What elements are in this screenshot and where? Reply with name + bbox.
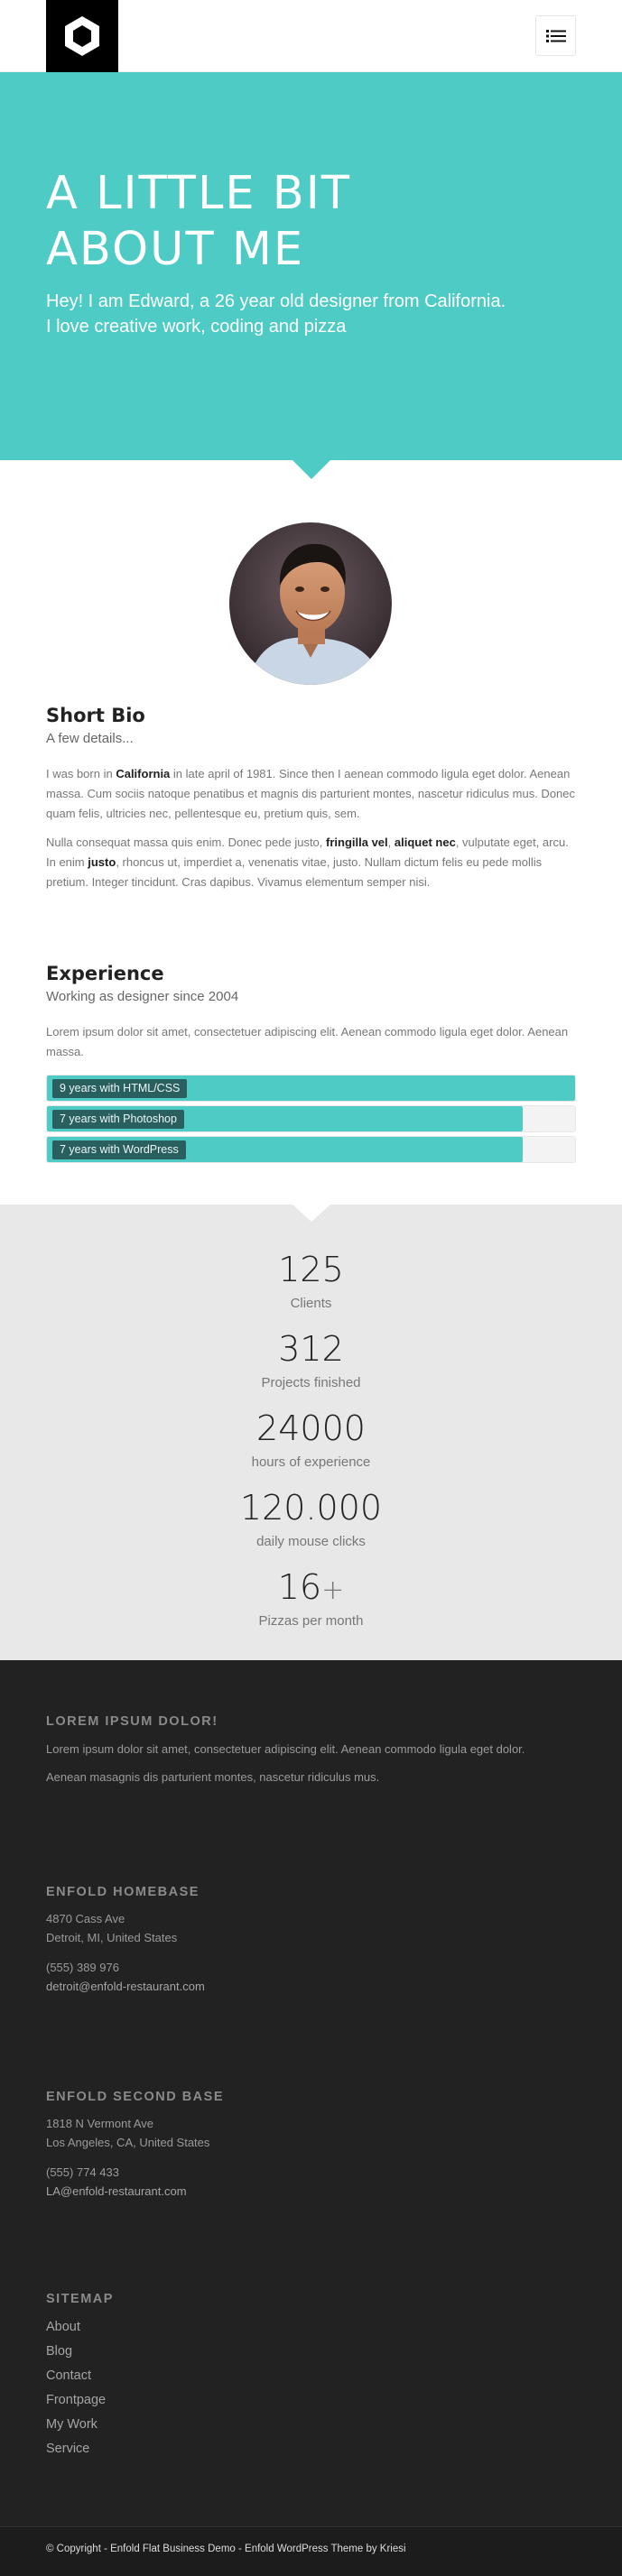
page: A LITTLE BIT ABOUT ME Hey! I am Edward, … <box>0 0 622 2576</box>
footer-sitemap-title: SITEMAP <box>46 2292 114 2306</box>
stat-label: Pizzas per month <box>258 1613 364 1629</box>
profile-portrait-image <box>229 522 392 685</box>
short-bio-title: Short Bio <box>46 705 145 726</box>
sitemap-link-contact[interactable]: Contact <box>46 2364 579 2388</box>
short-bio-subtitle: A few details... <box>46 731 134 746</box>
bio-text: , rhoncus ut, imperdiet a, venenatis vit… <box>46 855 543 889</box>
footer-homebase-widget: ENFOLD HOMEBASE 4870 Cass Ave Detroit, M… <box>46 1883 579 1996</box>
footer-lorem-text-2: Aenean masagnis dis parturient montes, n… <box>46 1770 380 1784</box>
stat-label: daily mouse clicks <box>256 1534 366 1549</box>
hexagon-logo-icon <box>65 16 99 56</box>
stat-number: 312 <box>0 1329 622 1372</box>
copyright-text: © Copyright - Enfold Flat Business Demo … <box>46 2544 406 2554</box>
stat-number: 120.000 <box>0 1488 622 1531</box>
hero-title: A LITTLE BIT ABOUT ME <box>46 166 576 278</box>
footer-homebase-phone: (555) 389 976 <box>46 1961 119 1974</box>
hero-subtitle-line-2: I love creative work, coding and pizza <box>46 317 347 337</box>
stat-number: 24000 <box>0 1408 622 1452</box>
sitemap-link-service[interactable]: Service <box>46 2437 579 2461</box>
stat-value: 312 <box>278 1329 344 1369</box>
footer-secondbase-widget: ENFOLD SECOND BASE 1818 N Vermont Ave Lo… <box>46 2088 579 2201</box>
hero-subtitle-line-1: Hey! I am Edward, a 26 year old designer… <box>46 291 506 311</box>
site-logo[interactable] <box>46 0 118 72</box>
stat-item: 24000 hours of experience <box>0 1408 622 1472</box>
footer-sitemap-links: About Blog Contact Frontpage My Work Ser… <box>46 2315 579 2461</box>
bio-bold-text: aliquet nec <box>394 836 456 849</box>
experience-text: Lorem ipsum dolor sit amet, consectetuer… <box>46 1025 569 1058</box>
stat-label: hours of experience <box>251 1454 371 1470</box>
stats-arrow-down <box>292 1205 330 1222</box>
sitemap-link-blog[interactable]: Blog <box>46 2340 579 2364</box>
hero-section: A LITTLE BIT ABOUT ME Hey! I am Edward, … <box>0 72 622 479</box>
bio-text: , <box>387 836 395 849</box>
list-menu-icon <box>545 29 566 42</box>
stat-value: 16 <box>277 1567 322 1607</box>
bio-bold-text: California <box>116 767 171 780</box>
stat-label: Clients <box>290 1296 332 1311</box>
footer-secondbase-address-2: Los Angeles, CA, United States <box>46 2136 210 2149</box>
site-footer: LOREM IPSUM DOLOR! Lorem ipsum dolor sit… <box>0 1660 622 2576</box>
sitemap-link-my-work[interactable]: My Work <box>46 2413 579 2437</box>
footer-secondbase-phone: (555) 774 433 <box>46 2165 119 2179</box>
footer-homebase-title: ENFOLD HOMEBASE <box>46 1885 200 1899</box>
sitemap-link-about[interactable]: About <box>46 2315 579 2340</box>
footer-secondbase-address-1: 1818 N Vermont Ave <box>46 2117 154 2130</box>
stat-number: 16+ <box>0 1567 622 1611</box>
footer-lorem-title: LOREM IPSUM DOLOR! <box>46 1714 218 1729</box>
footer-homebase-email-link[interactable]: detroit@enfold-restaurant.com <box>46 1977 579 1996</box>
skill-bar-label: 7 years with WordPress <box>52 1140 186 1159</box>
site-header <box>0 0 622 72</box>
stat-item: 120.000 daily mouse clicks <box>0 1488 622 1551</box>
hero-title-line-2: ABOUT ME <box>46 223 305 276</box>
stat-suffix: + <box>321 1574 345 1606</box>
footer-sitemap-widget: SITEMAP About Blog Contact Frontpage My … <box>46 2290 579 2461</box>
stat-item: 125 Clients <box>0 1250 622 1313</box>
footer-lorem-text-1: Lorem ipsum dolor sit amet, consectetuer… <box>46 1742 525 1756</box>
footer-secondbase-email-link[interactable]: LA@enfold-restaurant.com <box>46 2182 579 2201</box>
bio-bold-text: fringilla vel <box>326 836 388 849</box>
footer-secondbase-title: ENFOLD SECOND BASE <box>46 2090 224 2104</box>
stat-value: 120.000 <box>239 1488 383 1528</box>
bio-paragraph-1: I was born in California in late april o… <box>46 764 576 824</box>
skill-bar: 9 years with HTML/CSS <box>46 1075 576 1102</box>
skill-bar-label: 7 years with Photoshop <box>52 1110 184 1129</box>
stat-item: 312 Projects finished <box>0 1329 622 1392</box>
stat-number: 125 <box>0 1250 622 1293</box>
main-content: Short Bio A few details... I was born in… <box>0 460 622 1205</box>
experience-section: Experience Working as designer since 200… <box>46 961 576 1167</box>
footer-homebase-address-2: Detroit, MI, United States <box>46 1931 178 1944</box>
skill-bar: 7 years with Photoshop <box>46 1105 576 1132</box>
stat-value: 125 <box>278 1250 344 1289</box>
experience-title: Experience <box>46 963 164 984</box>
footer-lorem-widget: LOREM IPSUM DOLOR! Lorem ipsum dolor sit… <box>46 1713 579 1787</box>
stat-label: Projects finished <box>261 1375 361 1390</box>
stat-item: 16+ Pizzas per month <box>0 1567 622 1630</box>
bio-text: I was born in <box>46 767 116 780</box>
skill-bars: 9 years with HTML/CSS 7 years with Photo… <box>46 1075 576 1163</box>
hero-title-line-1: A LITTLE BIT <box>46 167 351 220</box>
bio-paragraph-2: Nulla consequat massa quis enim. Donec p… <box>46 833 576 892</box>
menu-button[interactable] <box>535 15 576 56</box>
stats-section: 125 Clients 312 Projects finished 24000 … <box>0 1205 622 1660</box>
bio-text: Nulla consequat massa quis enim. Donec p… <box>46 836 327 849</box>
short-bio-section: Short Bio A few details... I was born in… <box>46 703 576 892</box>
bio-bold-text: justo <box>88 855 116 869</box>
experience-subtitle: Working as designer since 2004 <box>46 989 239 1004</box>
copyright-bar: © Copyright - Enfold Flat Business Demo … <box>0 2526 622 2576</box>
skill-bar-label: 9 years with HTML/CSS <box>52 1079 188 1098</box>
sitemap-link-frontpage[interactable]: Frontpage <box>46 2388 579 2413</box>
skill-bar: 7 years with WordPress <box>46 1136 576 1163</box>
stats-list: 125 Clients 312 Projects finished 24000 … <box>0 1250 622 1630</box>
footer-homebase-address-1: 4870 Cass Ave <box>46 1912 125 1925</box>
stat-value: 24000 <box>256 1408 366 1448</box>
hero-subtitle: Hey! I am Edward, a 26 year old designer… <box>46 289 576 339</box>
